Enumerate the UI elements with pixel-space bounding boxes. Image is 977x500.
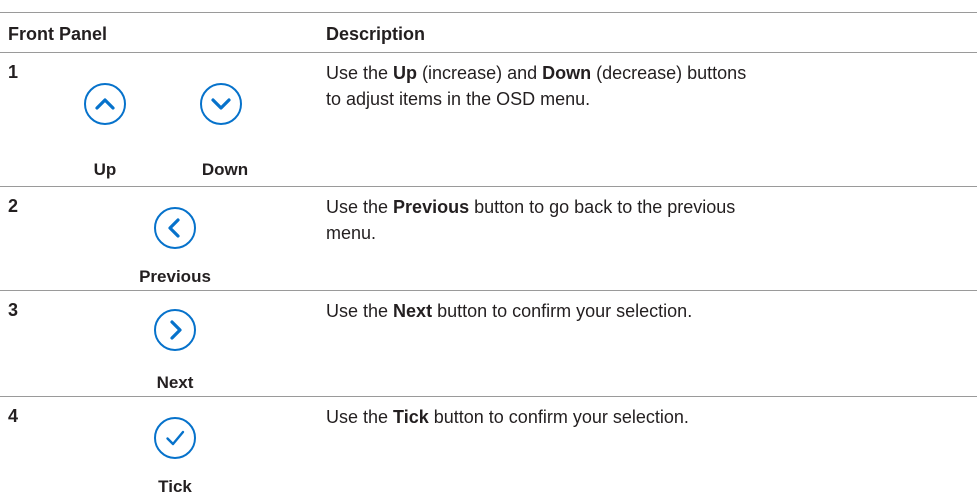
previous-button-label: Previous — [139, 267, 211, 286]
row-number: 4 — [8, 406, 19, 426]
table-top-rule — [0, 12, 977, 13]
chevron-down-icon — [211, 98, 231, 110]
next-button[interactable] — [154, 309, 196, 351]
chevron-left-icon — [168, 218, 180, 238]
up-button[interactable] — [84, 83, 126, 125]
up-button-label: Up — [93, 160, 117, 179]
tick-button[interactable] — [154, 417, 196, 459]
down-button-label: Down — [201, 160, 249, 179]
next-button-label: Next — [156, 373, 194, 392]
row-description: Use the Previous button to go back to th… — [326, 197, 736, 243]
row-number: 2 — [8, 196, 19, 216]
row-description: Use the Next button to confirm your sele… — [326, 301, 693, 321]
down-button[interactable] — [200, 83, 242, 125]
row-description: Use the Tick button to confirm your sele… — [326, 407, 689, 427]
header-bottom-rule — [0, 52, 977, 53]
row-number: 1 — [8, 62, 19, 82]
row-divider — [0, 396, 977, 397]
checkmark-icon — [166, 430, 185, 446]
chevron-up-icon — [95, 98, 115, 110]
tick-button-label: Tick — [158, 477, 192, 496]
row-divider — [0, 186, 977, 187]
column-header-description: Description — [326, 24, 426, 44]
row-divider — [0, 290, 977, 291]
row-number: 3 — [8, 300, 19, 320]
chevron-right-icon — [170, 320, 182, 340]
previous-button[interactable] — [154, 207, 196, 249]
column-header-front-panel: Front Panel — [8, 24, 108, 44]
row-description: Use the Up (increase) and Down (decrease… — [326, 63, 747, 109]
